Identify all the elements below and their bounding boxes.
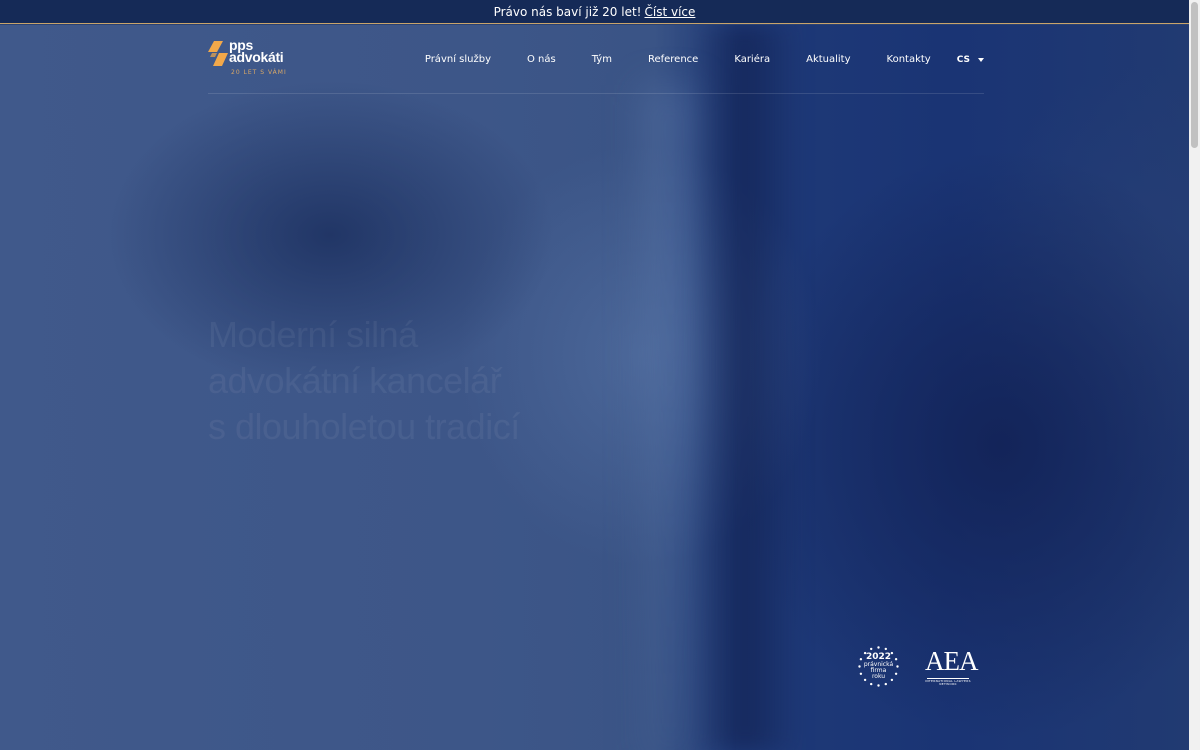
nav-item-news[interactable]: Aktuality — [806, 54, 850, 65]
aea-subtitle: INTERNATIONAL LAWYERS NETWORK — [925, 679, 971, 686]
hero-dark-band — [690, 25, 800, 750]
logo-wordmark: pps advokáti — [229, 38, 284, 65]
main-nav: Právní služby O nás Tým Reference Kariér… — [425, 25, 984, 94]
logo-line-2: advokáti — [229, 49, 284, 65]
hero-headline: Moderní silná advokátní kancelář s dlouh… — [208, 312, 628, 450]
award-line-3: roku — [871, 673, 886, 680]
hero-headline-line-3: s dlouholetou tradicí — [208, 406, 520, 447]
hero-headline-line-2: advokátní kancelář — [208, 360, 502, 401]
nav-item-team[interactable]: Tým — [592, 54, 612, 65]
nav-item-careers[interactable]: Kariéra — [734, 54, 770, 65]
logo[interactable]: pps advokáti 20 LET S VÁMI — [208, 38, 288, 79]
page-scrollbar[interactable] — [1189, 0, 1200, 750]
nav-item-legal-services[interactable]: Právní služby — [425, 54, 491, 65]
scrollbar-thumb[interactable] — [1191, 2, 1198, 148]
language-code: CS — [956, 54, 970, 65]
hero-headline-line-1: Moderní silná — [208, 314, 418, 355]
logo-mark-icon — [208, 41, 228, 66]
site-header: pps advokáti 20 LET S VÁMI Právní služby… — [208, 25, 984, 94]
announcement-bar: Právo nás baví již 20 let! Číst více — [0, 0, 1189, 24]
announcement-read-more-link[interactable]: Číst více — [645, 5, 696, 19]
award-text: 2022 právnická firma roku — [857, 653, 900, 680]
nav-item-contacts[interactable]: Kontakty — [887, 54, 931, 65]
nav-item-references[interactable]: Reference — [648, 54, 698, 65]
nav-item-about[interactable]: O nás — [527, 54, 556, 65]
caret-down-icon — [978, 57, 984, 62]
logo-tagline: 20 LET S VÁMI — [231, 69, 287, 76]
language-selector[interactable]: CS — [957, 55, 984, 65]
announcement-text: Právo nás baví již 20 let! — [493, 4, 642, 19]
award-badge: 2022 právnická firma roku — [857, 645, 900, 688]
aea-logo-text: AEA — [925, 646, 979, 676]
aea-badge: AEA INTERNATIONAL LAWYERS NETWORK — [925, 646, 979, 688]
